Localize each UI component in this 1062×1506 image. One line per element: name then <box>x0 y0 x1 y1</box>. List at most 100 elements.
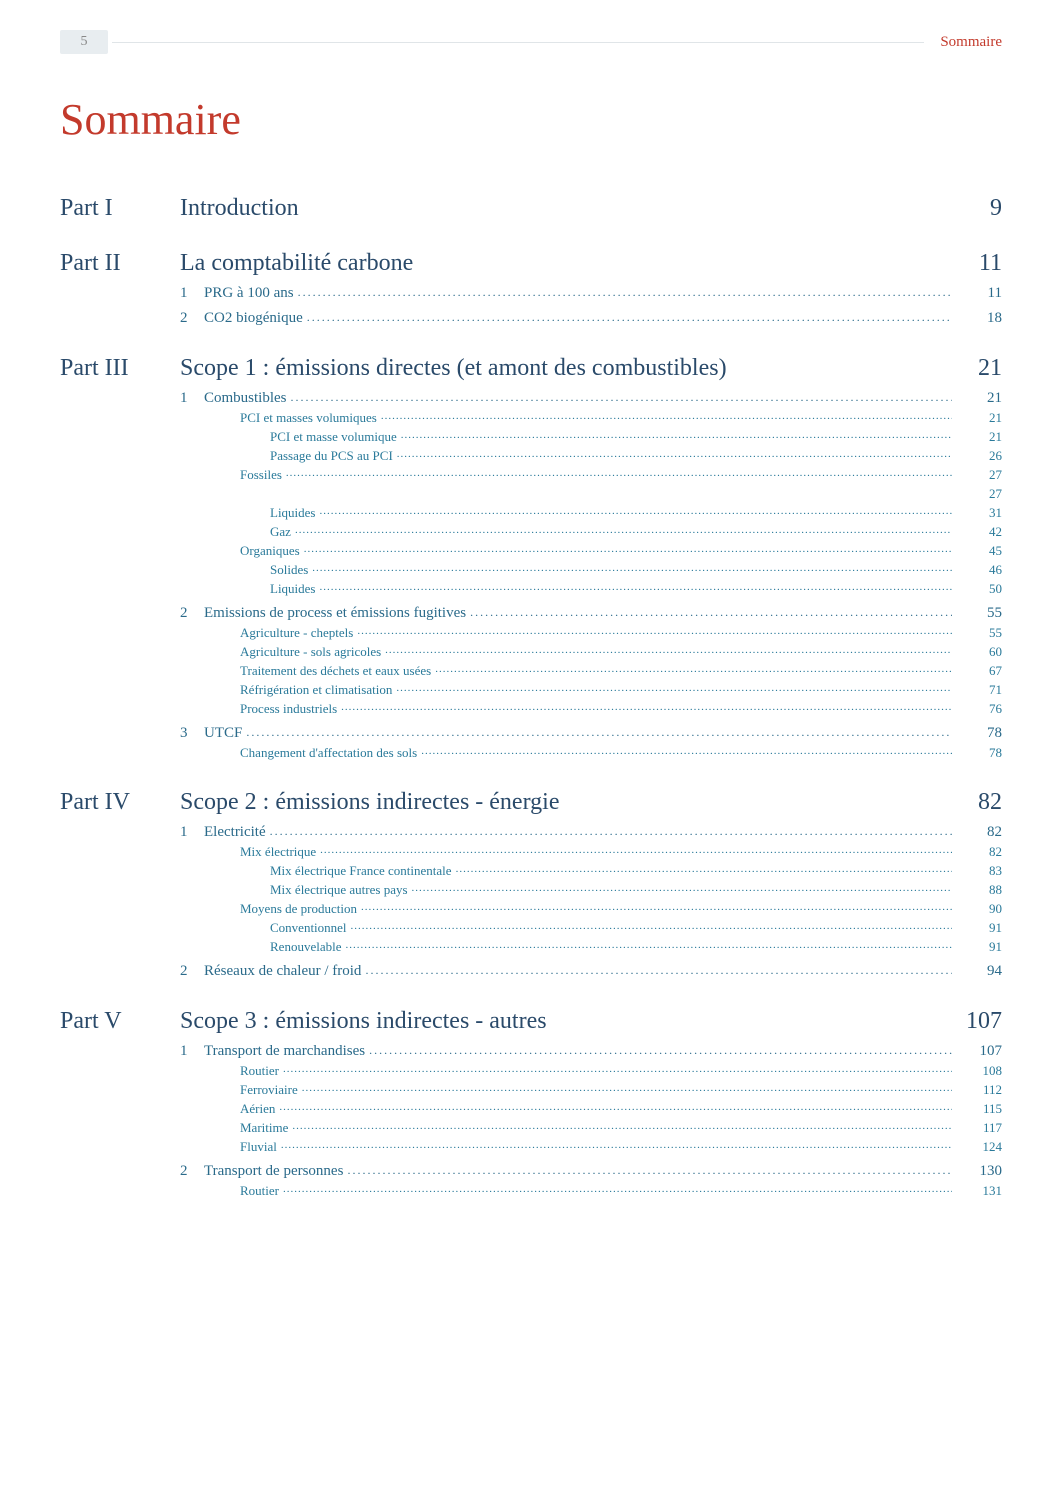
toc-subsection-title: Gaz <box>270 524 952 540</box>
toc-subsection-page: 21 <box>952 410 1002 426</box>
toc-subsection-row[interactable]: Routier108 <box>60 1063 1002 1079</box>
toc-subsection-row[interactable]: Agriculture - sols agricoles60 <box>60 644 1002 660</box>
toc-subsection-title: Moyens de production <box>240 901 952 917</box>
toc-subsection-title: Routier <box>240 1183 952 1199</box>
toc-subsection-row[interactable]: Ferroviaire112 <box>60 1082 1002 1098</box>
toc-subsection-page: 27 <box>952 467 1002 483</box>
toc-section-row[interactable]: 1Combustibles21 <box>60 390 1002 407</box>
toc-section-row[interactable]: 3UTCF78 <box>60 725 1002 742</box>
toc-subsection-page: 55 <box>952 625 1002 641</box>
toc-subsection-row[interactable]: Solides46 <box>60 562 1002 578</box>
toc-subsection-row[interactable]: Moyens de production90 <box>60 901 1002 917</box>
toc-part-page: 82 <box>952 789 1002 816</box>
toc-section-title: UTCF <box>204 725 952 742</box>
toc-subsection-page: 60 <box>952 644 1002 660</box>
toc-subsection-row[interactable]: Passage du PCS au PCI26 <box>60 448 1002 464</box>
toc-subsection-row[interactable]: Fluvial124 <box>60 1139 1002 1155</box>
toc-part-page: 107 <box>952 1008 1002 1035</box>
toc-section-title: Electricité <box>204 824 952 841</box>
toc-part-row[interactable]: Part IILa comptabilité carbone11 <box>60 250 1002 277</box>
toc-subsection-page: 88 <box>952 882 1002 898</box>
toc-section-number: 3 <box>180 725 204 742</box>
toc-subsection-row[interactable]: Liquides50 <box>60 581 1002 597</box>
toc-section-page: 21 <box>952 390 1002 407</box>
toc-part-title: Scope 1 : émissions directes (et amont d… <box>180 355 952 382</box>
toc-subsection-page: 46 <box>952 562 1002 578</box>
toc-section-title: Emissions de process et émissions fugiti… <box>204 605 952 622</box>
toc-subsection-title: Liquides <box>270 581 952 597</box>
toc-part-label: Part III <box>60 355 180 382</box>
toc-subsection-row[interactable]: Renouvelable91 <box>60 939 1002 955</box>
toc-subsection-title: Process industriels <box>240 701 952 717</box>
toc-subsection-title: Organiques <box>240 543 952 559</box>
toc-section-number: 1 <box>180 390 204 407</box>
toc-subsection-row[interactable]: Réfrigération et climatisation71 <box>60 682 1002 698</box>
toc-subsection-row[interactable]: PCI et masse volumique21 <box>60 429 1002 445</box>
toc-subsection-page: 91 <box>952 939 1002 955</box>
toc-subsection-page: 115 <box>952 1101 1002 1117</box>
table-of-contents: Part IIntroduction9 Part IILa comptabilit… <box>60 195 1002 1199</box>
toc-subsection-page: 71 <box>952 682 1002 698</box>
toc-section-title: Transport de personnes <box>204 1163 952 1180</box>
toc-subsection-title: Changement d'affectation des sols <box>240 745 952 761</box>
toc-subsection-row[interactable]: Mix électrique82 <box>60 844 1002 860</box>
toc-subsection-title: Solides <box>270 562 952 578</box>
toc-part-page: 11 <box>952 250 1002 277</box>
page-title: Sommaire <box>60 94 1002 145</box>
toc-subsection-row[interactable]: Fossiles27 <box>60 467 1002 483</box>
toc-subsection-row[interactable]: Routier131 <box>60 1183 1002 1199</box>
toc-subsection-page: 112 <box>952 1082 1002 1098</box>
toc-section-row[interactable]: 1PRG à 100 ans11 <box>60 285 1002 302</box>
toc-subsection-page: 131 <box>952 1183 1002 1199</box>
toc-section-number: 1 <box>180 824 204 841</box>
toc-subsection-row[interactable]: Process industriels76 <box>60 701 1002 717</box>
toc-subsection-row[interactable]: Maritime117 <box>60 1120 1002 1136</box>
toc-section-row[interactable]: 2Réseaux de chaleur / froid94 <box>60 963 1002 980</box>
toc-subsection-row[interactable]: PCI et masses volumiques21 <box>60 410 1002 426</box>
toc-section-row[interactable]: 2Emissions de process et émissions fugit… <box>60 605 1002 622</box>
toc-subsection-page: 45 <box>952 543 1002 559</box>
toc-subsection-row[interactable]: 27 <box>60 486 1002 502</box>
toc-section-page: 18 <box>952 310 1002 327</box>
toc-section-page: 11 <box>952 285 1002 302</box>
toc-subsection-row[interactable]: Conventionnel91 <box>60 920 1002 936</box>
toc-subsection-page: 90 <box>952 901 1002 917</box>
toc-subsection-row[interactable]: Traitement des déchets et eaux usées67 <box>60 663 1002 679</box>
toc-section-row[interactable]: 1Electricité82 <box>60 824 1002 841</box>
toc-part-page: 21 <box>952 355 1002 382</box>
toc-section-row[interactable]: 2CO2 biogénique18 <box>60 310 1002 327</box>
toc-subsection-row[interactable]: Gaz42 <box>60 524 1002 540</box>
toc-subsection-page: 27 <box>952 486 1002 502</box>
toc-subsection-title: Conventionnel <box>270 920 952 936</box>
toc-section-title: Transport de marchandises <box>204 1043 952 1060</box>
toc-subsection-row[interactable]: Mix électrique autres pays88 <box>60 882 1002 898</box>
toc-part-label: Part V <box>60 1008 180 1035</box>
toc-subsection-row[interactable]: Mix électrique France continentale83 <box>60 863 1002 879</box>
toc-subsection-row[interactable]: Agriculture - cheptels55 <box>60 625 1002 641</box>
toc-subsection-title: PCI et masse volumique <box>270 429 952 445</box>
toc-subsection-title: Maritime <box>240 1120 952 1136</box>
toc-subsection-title: Réfrigération et climatisation <box>240 682 952 698</box>
toc-subsection-row[interactable]: Aérien115 <box>60 1101 1002 1117</box>
toc-subsection-page: 67 <box>952 663 1002 679</box>
toc-section-row[interactable]: 1Transport de marchandises107 <box>60 1043 1002 1060</box>
toc-part-row[interactable]: Part IIntroduction9 <box>60 195 1002 222</box>
toc-subsection-title: Traitement des déchets et eaux usées <box>240 663 952 679</box>
toc-part-title: La comptabilité carbone <box>180 250 952 277</box>
toc-section-title: PRG à 100 ans <box>204 285 952 302</box>
toc-subsection-row[interactable]: Liquides31 <box>60 505 1002 521</box>
toc-subsection-page: 21 <box>952 429 1002 445</box>
toc-subsection-page: 31 <box>952 505 1002 521</box>
toc-section-number: 2 <box>180 605 204 622</box>
toc-section-title: CO2 biogénique <box>204 310 952 327</box>
toc-section-page: 130 <box>952 1163 1002 1180</box>
toc-part-row[interactable]: Part IVScope 2 : émissions indirectes - … <box>60 789 1002 816</box>
toc-section-page: 107 <box>952 1043 1002 1060</box>
toc-subsection-page: 76 <box>952 701 1002 717</box>
toc-part-row[interactable]: Part IIIScope 1 : émissions directes (et… <box>60 355 1002 382</box>
toc-part-row[interactable]: Part VScope 3 : émissions indirectes - a… <box>60 1008 1002 1035</box>
toc-section-row[interactable]: 2Transport de personnes130 <box>60 1163 1002 1180</box>
toc-section-page: 78 <box>952 725 1002 742</box>
toc-subsection-row[interactable]: Changement d'affectation des sols78 <box>60 745 1002 761</box>
toc-subsection-row[interactable]: Organiques45 <box>60 543 1002 559</box>
